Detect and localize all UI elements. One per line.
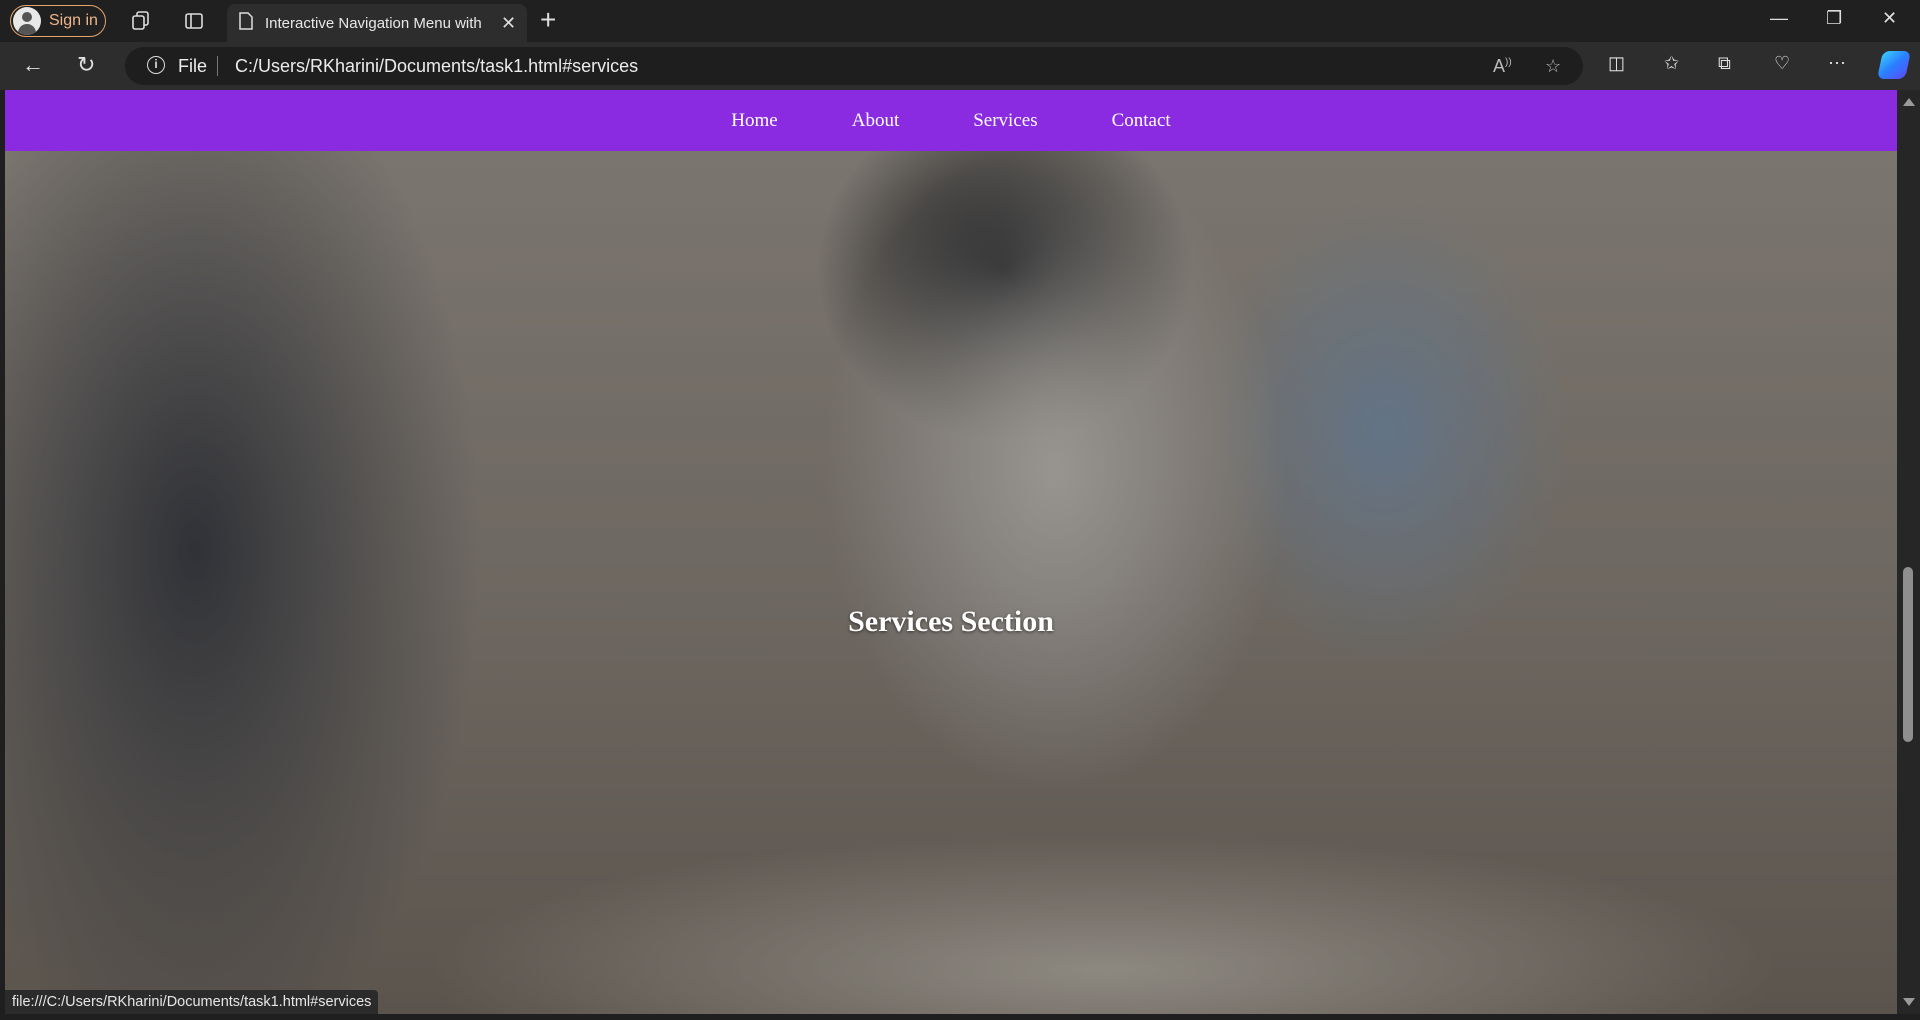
more-icon[interactable]: ⋯ <box>1828 53 1846 74</box>
collections-icon[interactable]: ⧉ <box>1718 53 1731 74</box>
scheme-label: File <box>178 56 208 76</box>
nav-link-contact[interactable]: Contact <box>1112 110 1171 132</box>
tab-active[interactable]: Interactive Navigation Menu with ✕ <box>227 4 527 42</box>
status-link-preview: file:///C:/Users/RKharini/Documents/task… <box>5 990 379 1014</box>
star-icon[interactable]: ☆ <box>1545 56 1561 77</box>
restore-icon[interactable]: ❐ <box>1826 8 1842 29</box>
back-arrow-icon[interactable]: ← <box>22 52 44 78</box>
address-bar[interactable]: i File C:/Users/RKharini/Documents/task1… <box>125 47 1583 85</box>
scroll-up-icon[interactable] <box>1903 98 1915 106</box>
site-navbar: Home About Services Contact <box>5 90 1897 151</box>
scrollbar[interactable] <box>1897 90 1920 1014</box>
toolbar: ← ↻ i File C:/Users/RKharini/Documents/t… <box>0 42 1920 90</box>
close-window-icon[interactable]: ✕ <box>1882 8 1897 29</box>
info-icon[interactable]: i <box>147 56 165 74</box>
heart-pulse-icon[interactable]: ♡ <box>1774 53 1790 74</box>
address-url[interactable]: C:/Users/RKharini/Documents/task1.html#s… <box>235 56 638 77</box>
copilot-icon[interactable] <box>1877 51 1911 79</box>
tab-title: Interactive Navigation Menu with <box>265 14 482 32</box>
favorites-icon[interactable]: ✩ <box>1664 53 1679 74</box>
nav-link-about[interactable]: About <box>852 110 900 132</box>
sign-in-button[interactable]: Sign in <box>10 5 106 37</box>
plus-icon[interactable]: + <box>540 6 556 34</box>
refresh-icon[interactable]: ↻ <box>77 52 95 78</box>
divider <box>217 56 218 76</box>
page-icon <box>239 11 253 35</box>
nav-link-home[interactable]: Home <box>731 110 777 132</box>
workspaces-icon[interactable] <box>128 8 154 34</box>
page-viewport: Home About Services Contact Services Sec… <box>5 90 1897 1014</box>
avatar-icon <box>13 7 41 35</box>
read-aloud-icon[interactable]: A)) <box>1493 56 1512 77</box>
sign-in-label: Sign in <box>49 12 98 29</box>
window-bottom-edge <box>0 1014 1920 1020</box>
tab-actions-icon[interactable] <box>181 8 207 34</box>
scroll-down-icon[interactable] <box>1903 998 1915 1006</box>
minimize-icon[interactable]: — <box>1770 8 1788 29</box>
split-screen-icon[interactable]: ◫ <box>1608 53 1625 74</box>
title-bar: Sign in Interactive Navigation Menu with… <box>0 0 1920 42</box>
scrollbar-thumb[interactable] <box>1903 567 1913 742</box>
close-icon[interactable]: ✕ <box>501 13 516 34</box>
nav-link-services[interactable]: Services <box>973 110 1037 132</box>
section-title: Services Section <box>848 605 1054 638</box>
background-image <box>5 90 1897 1014</box>
